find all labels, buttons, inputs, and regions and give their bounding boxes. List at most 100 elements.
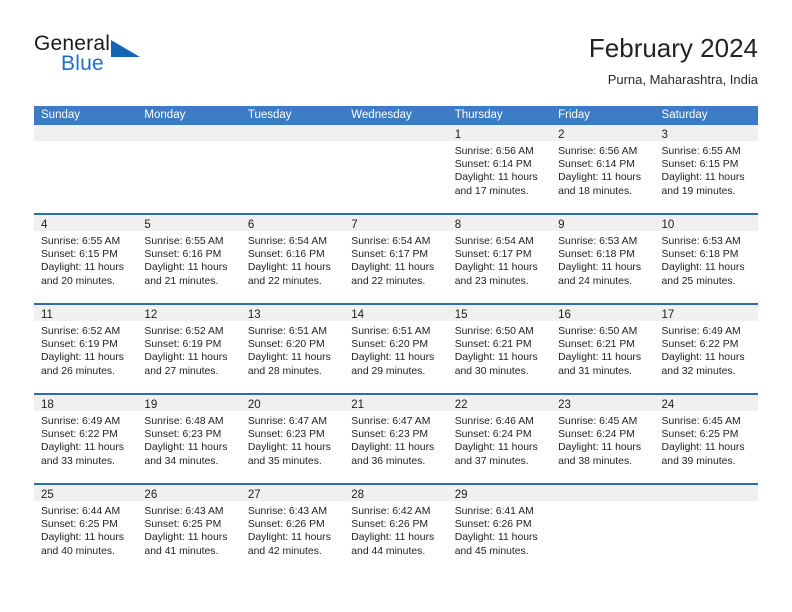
day-number-band: 9: [551, 215, 655, 231]
sunrise-text: Sunrise: 6:43 AM: [247, 506, 327, 517]
sunset-text: Sunset: 6:26 PM: [351, 519, 429, 531]
day-cell[interactable]: [551, 485, 655, 575]
day-number: 17: [661, 309, 675, 321]
day-number-band: [34, 125, 138, 141]
day-number-band: 26: [137, 485, 241, 501]
day-cell[interactable]: 21 Sunrise: 6:47 AM Sunset: 6:23 PM Dayligh…: [344, 395, 448, 483]
day-number-band: 18: [34, 395, 138, 411]
day-cell[interactable]: 24 Sunrise: 6:45 AM Sunset: 6:25 PM Dayligh…: [654, 395, 758, 483]
day-number-band: 25: [34, 485, 138, 501]
day-cell[interactable]: 22 Sunrise: 6:46 AM Sunset: 6:24 PM Dayligh…: [447, 395, 552, 483]
day-details: Sunrise: 6:48 AM Sunset: 6:23 PM Daylight:…: [137, 411, 240, 468]
day-number-band: 29: [447, 485, 552, 501]
day-cell[interactable]: 3 Sunrise: 6:55 AM Sunset: 6:15 PM Daylight…: [654, 125, 758, 213]
day-cell[interactable]: 23 Sunrise: 6:45 AM Sunset: 6:24 PM Dayligh…: [551, 395, 655, 483]
daylight-text-line2: and 27 minutes.: [144, 365, 219, 377]
day-cell[interactable]: 10 Sunrise: 6:53 AM Sunset: 6:18 PM Dayligh…: [654, 215, 758, 303]
day-details: Sunrise: 6:45 AM Sunset: 6:25 PM Daylight:…: [655, 411, 758, 468]
daylight-text-line2: and 38 minutes.: [558, 455, 633, 467]
brand-logo[interactable]: General Blue: [34, 32, 334, 92]
day-number: 21: [351, 399, 365, 411]
sunset-text: Sunset: 6:16 PM: [247, 249, 325, 261]
day-cell[interactable]: [240, 125, 345, 213]
day-number-band: [551, 485, 655, 501]
day-details: Sunrise: 6:56 AM Sunset: 6:14 PM Daylight:…: [551, 141, 654, 198]
daylight-text-line1: Daylight: 11 hours: [558, 442, 642, 454]
day-number: 4: [41, 219, 48, 231]
day-number-band: 2: [551, 125, 655, 141]
daylight-text-line1: Daylight: 11 hours: [351, 442, 435, 454]
day-cell[interactable]: 2 Sunrise: 6:56 AM Sunset: 6:14 PM Daylight…: [551, 125, 655, 213]
day-details: Sunrise: 6:47 AM Sunset: 6:23 PM Daylight:…: [344, 411, 447, 468]
day-cell[interactable]: [344, 125, 448, 213]
day-cell[interactable]: [34, 125, 138, 213]
week-row: 25 Sunrise: 6:44 AM Sunset: 6:25 PM Dayligh…: [34, 485, 758, 575]
day-cell[interactable]: 27 Sunrise: 6:43 AM Sunset: 6:26 PM Dayligh…: [240, 485, 345, 575]
sunset-text: Sunset: 6:19 PM: [41, 339, 118, 351]
day-cell[interactable]: 7 Sunrise: 6:54 AM Sunset: 6:17 PM Daylight…: [344, 215, 448, 303]
sunset-text: Sunset: 6:20 PM: [351, 339, 429, 351]
day-cell[interactable]: [654, 485, 758, 575]
day-number: 3: [661, 129, 668, 141]
daylight-text-line2: and 45 minutes.: [454, 545, 529, 557]
sunset-text: Sunset: 6:18 PM: [661, 249, 739, 261]
day-cell[interactable]: 29 Sunrise: 6:41 AM Sunset: 6:26 PM Dayligh…: [447, 485, 552, 575]
sunrise-text: Sunrise: 6:54 AM: [454, 236, 534, 247]
day-details: Sunrise: 6:46 AM Sunset: 6:24 PM Daylight:…: [448, 411, 551, 468]
day-cell[interactable]: 16 Sunrise: 6:50 AM Sunset: 6:21 PM Dayligh…: [551, 305, 655, 393]
sunrise-text: Sunrise: 6:54 AM: [247, 236, 327, 247]
day-cell[interactable]: 4 Sunrise: 6:55 AM Sunset: 6:15 PM Daylight…: [34, 215, 138, 303]
sunset-text: Sunset: 6:17 PM: [454, 249, 532, 261]
day-cell[interactable]: 17 Sunrise: 6:49 AM Sunset: 6:22 PM Dayligh…: [654, 305, 758, 393]
day-cell[interactable]: 1 Sunrise: 6:56 AM Sunset: 6:14 PM Daylight…: [447, 125, 552, 213]
day-cell[interactable]: 20 Sunrise: 6:47 AM Sunset: 6:23 PM Dayligh…: [240, 395, 345, 483]
day-number: 25: [41, 489, 54, 501]
day-cell[interactable]: 15 Sunrise: 6:50 AM Sunset: 6:21 PM Dayligh…: [447, 305, 552, 393]
day-number: 6: [247, 219, 255, 231]
sunset-text: Sunset: 6:25 PM: [144, 519, 222, 531]
sunset-text: Sunset: 6:22 PM: [661, 339, 739, 351]
daylight-text-line1: Daylight: 11 hours: [351, 532, 435, 544]
weekday-monday: Monday: [144, 109, 186, 121]
day-cell[interactable]: 26 Sunrise: 6:43 AM Sunset: 6:25 PM Dayligh…: [137, 485, 241, 575]
day-cell[interactable]: 25 Sunrise: 6:44 AM Sunset: 6:25 PM Dayligh…: [34, 485, 138, 575]
daylight-text-line2: and 24 minutes.: [558, 275, 633, 287]
day-details: Sunrise: 6:50 AM Sunset: 6:21 PM Daylight:…: [448, 321, 551, 378]
day-cell[interactable]: 19 Sunrise: 6:48 AM Sunset: 6:23 PM Dayligh…: [137, 395, 241, 483]
daylight-text-line2: and 29 minutes.: [351, 365, 426, 377]
week-row: 4 Sunrise: 6:55 AM Sunset: 6:15 PM Daylight…: [34, 215, 758, 305]
day-cell[interactable]: [137, 125, 241, 213]
weekday-thursday: Thursday: [454, 109, 503, 121]
day-cell[interactable]: 28 Sunrise: 6:42 AM Sunset: 6:26 PM Dayligh…: [344, 485, 448, 575]
day-cell[interactable]: 13 Sunrise: 6:51 AM Sunset: 6:20 PM Dayligh…: [240, 305, 345, 393]
day-number-band: 13: [240, 305, 345, 321]
sunset-text: Sunset: 6:14 PM: [558, 159, 635, 171]
day-cell[interactable]: 14 Sunrise: 6:51 AM Sunset: 6:20 PM Dayligh…: [344, 305, 448, 393]
daylight-text-line2: and 19 minutes.: [661, 185, 736, 197]
weekday-saturday: Saturday: [661, 109, 708, 121]
day-number-band: 1: [447, 125, 552, 141]
day-cell[interactable]: 12 Sunrise: 6:52 AM Sunset: 6:19 PM Dayligh…: [137, 305, 241, 393]
weekday-wednesday: Wednesday: [351, 109, 412, 121]
day-number-band: 17: [654, 305, 758, 321]
day-cell[interactable]: 9 Sunrise: 6:53 AM Sunset: 6:18 PM Daylight…: [551, 215, 655, 303]
sunrise-text: Sunrise: 6:45 AM: [558, 416, 638, 427]
day-cell[interactable]: 18 Sunrise: 6:49 AM Sunset: 6:22 PM Dayligh…: [34, 395, 138, 483]
week-row: 18 Sunrise: 6:49 AM Sunset: 6:22 PM Dayligh…: [34, 395, 758, 485]
day-cell[interactable]: 8 Sunrise: 6:54 AM Sunset: 6:17 PM Daylight…: [447, 215, 552, 303]
triangle-icon: [111, 40, 140, 57]
sunrise-text: Sunrise: 6:43 AM: [144, 506, 224, 517]
day-cell[interactable]: 6 Sunrise: 6:54 AM Sunset: 6:16 PM Daylight…: [240, 215, 345, 303]
daylight-text-line1: Daylight: 11 hours: [41, 442, 124, 454]
sunset-text: Sunset: 6:23 PM: [247, 429, 325, 441]
day-details: Sunrise: 6:53 AM Sunset: 6:18 PM Daylight:…: [655, 231, 758, 288]
day-number-band: 14: [344, 305, 448, 321]
day-cell[interactable]: 11 Sunrise: 6:52 AM Sunset: 6:19 PM Dayligh…: [34, 305, 138, 393]
day-details: Sunrise: 6:42 AM Sunset: 6:26 PM Daylight:…: [344, 501, 447, 558]
brand-name-bottom: Blue: [61, 52, 104, 75]
sunrise-text: Sunrise: 6:54 AM: [351, 236, 431, 247]
daylight-text-line1: Daylight: 11 hours: [247, 352, 331, 364]
daylight-text-line2: and 35 minutes.: [247, 455, 322, 467]
day-cell[interactable]: 5 Sunrise: 6:55 AM Sunset: 6:16 PM Daylight…: [137, 215, 241, 303]
sunset-text: Sunset: 6:18 PM: [558, 249, 635, 261]
